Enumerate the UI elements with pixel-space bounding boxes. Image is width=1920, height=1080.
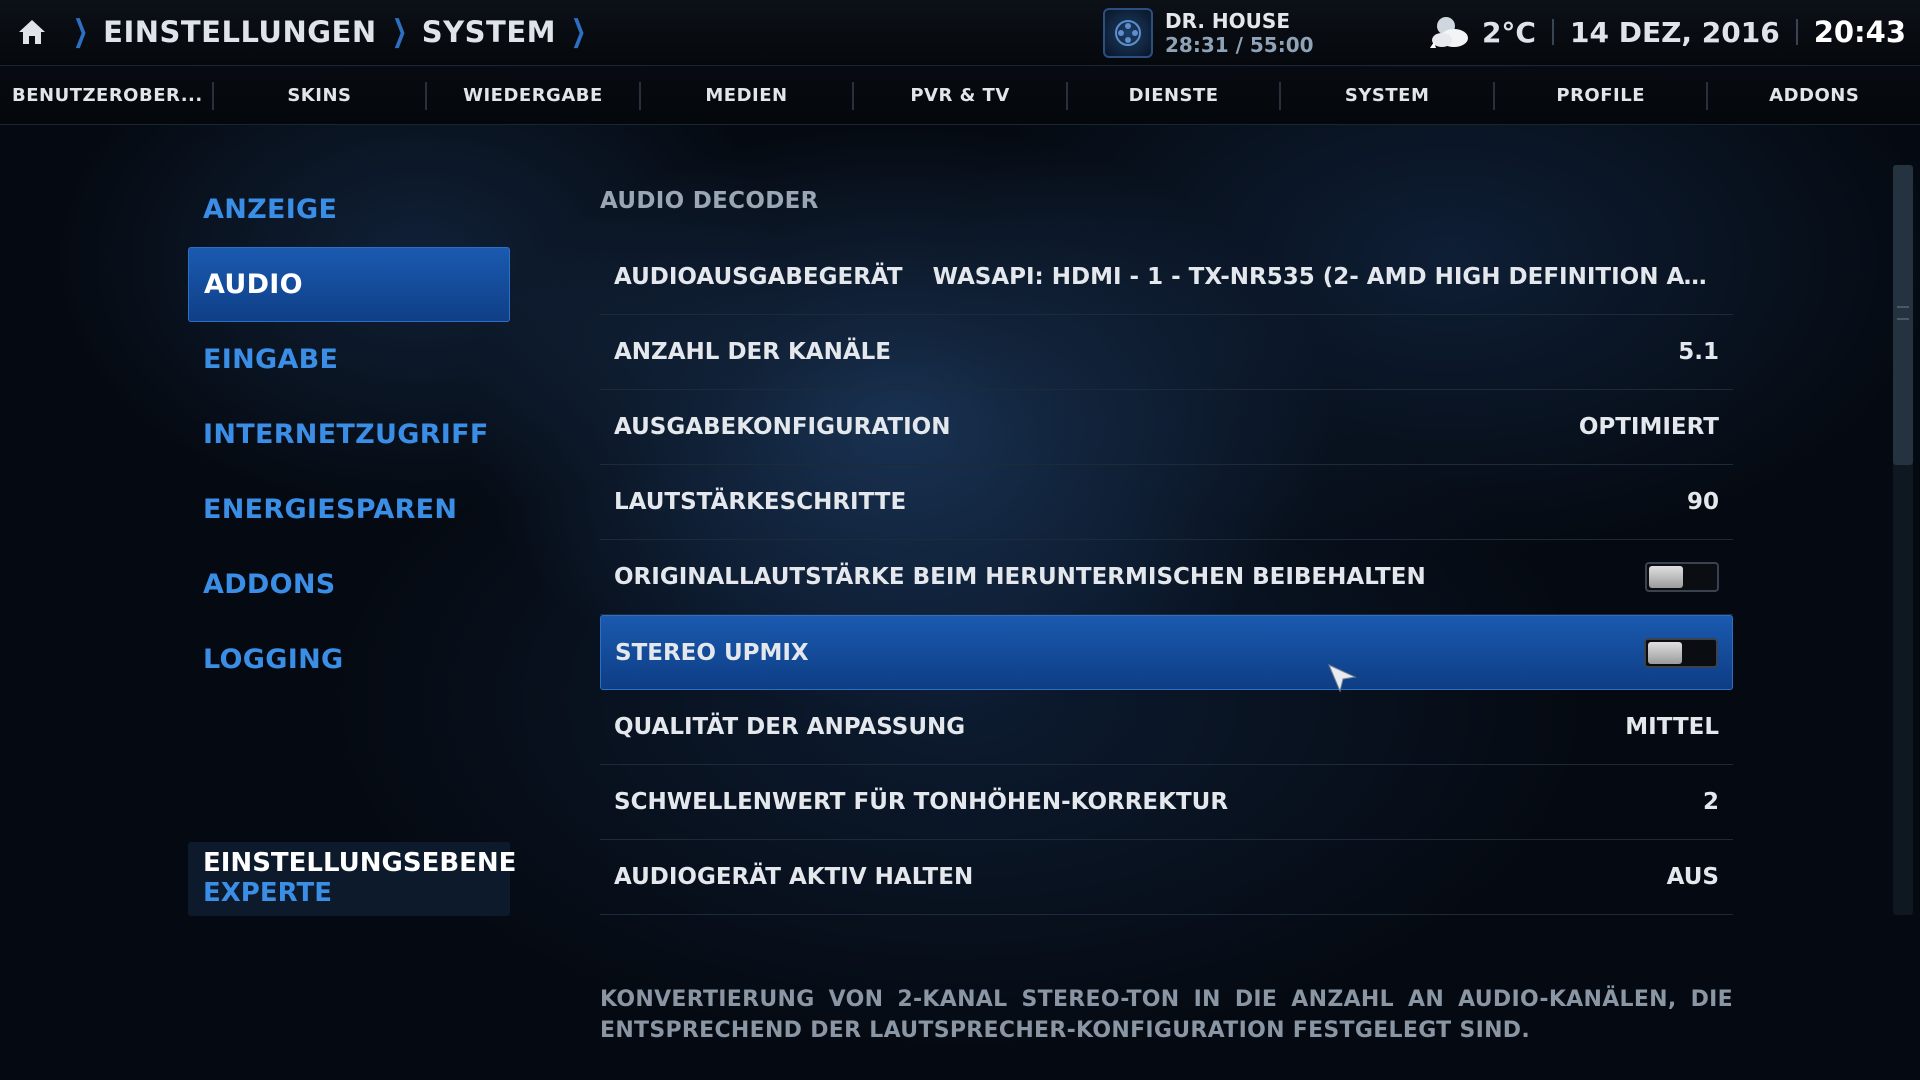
setting-label: ORIGINALLAUTSTÄRKE BEIM HERUNTERMISCHEN … [614, 564, 1426, 590]
settings-level-value: EXPERTE [203, 878, 332, 908]
tab-profiles[interactable]: PROFILE [1495, 85, 1707, 106]
menu-item-power-saving[interactable]: ENERGIESPAREN [188, 472, 510, 547]
breadcrumb: ❯ EINSTELLUNGEN ❯ SYSTEM ❯ [16, 12, 601, 52]
setting-row-keep-device-alive[interactable]: AUDIOGERÄT AKTIV HALTEN AUS [600, 840, 1733, 915]
setting-value: AUS [1666, 864, 1719, 890]
tab-services[interactable]: DIENSTE [1068, 85, 1280, 106]
setting-row-resample-quality[interactable]: QUALITÄT DER ANPASSUNG MITTEL [600, 690, 1733, 765]
settings-level-button[interactable]: EINSTELLUNGSEBENE EXPERTE [188, 842, 517, 916]
tab-addons[interactable]: ADDONS [1708, 85, 1920, 106]
menu-item-internet-access[interactable]: INTERNETZUGRIFF [188, 397, 510, 472]
now-playing-time: 28:31 / 55:00 [1165, 33, 1314, 57]
setting-label: AUDIOGERÄT AKTIV HALTEN [614, 864, 974, 890]
status-area: 2°C 14 DEZ, 2016 20:43 [1426, 12, 1906, 52]
temperature: 2°C [1481, 15, 1536, 49]
settings-list: AUDIOAUSGABEGERÄT WASAPI: HDMI - 1 - TX-… [600, 240, 1733, 915]
setting-row-channels[interactable]: ANZAHL DER KANÄLE 5.1 [600, 315, 1733, 390]
date: 14 DEZ, 2016 [1569, 15, 1780, 49]
setting-row-output-config[interactable]: AUSGABEKONFIGURATION OPTIMIERT [600, 390, 1733, 465]
toggle-switch[interactable] [1644, 637, 1718, 668]
setting-value: 5.1 [1678, 339, 1719, 365]
breadcrumb-item-system[interactable]: SYSTEM [422, 15, 556, 49]
top-header: ❯ EINSTELLUNGEN ❯ SYSTEM ❯ DR. HOUSE 28:… [0, 0, 1920, 66]
section-title: AUDIO DECODER [600, 188, 819, 214]
setting-value: 90 [1686, 489, 1719, 515]
setting-row-audio-output-device[interactable]: AUDIOAUSGABEGERÄT WASAPI: HDMI - 1 - TX-… [600, 240, 1733, 315]
now-playing[interactable]: DR. HOUSE 28:31 / 55:00 [1103, 6, 1314, 60]
breadcrumb-separator: ❯ [391, 14, 407, 49]
setting-label: ANZAHL DER KANÄLE [614, 339, 891, 365]
menu-item-addons[interactable]: ADDONS [188, 547, 510, 622]
setting-value: OPTIMIERT [1578, 414, 1719, 440]
menu-item-display[interactable]: ANZEIGE [188, 172, 510, 247]
setting-label: AUSGABEKONFIGURATION [614, 414, 951, 440]
setting-row-maintain-volume-downmix[interactable]: ORIGINALLAUTSTÄRKE BEIM HERUNTERMISCHEN … [600, 540, 1733, 615]
tab-system[interactable]: SYSTEM [1281, 85, 1493, 106]
tab-interface[interactable]: BENUTZEROBER... [0, 85, 212, 106]
toggle-switch[interactable] [1645, 562, 1719, 592]
setting-value: WASAPI: HDMI - 1 - TX-NR535 (2- AMD HIGH… [932, 264, 1719, 290]
cloud-sun-icon [1429, 17, 1468, 48]
setting-label: AUDIOAUSGABEGERÄT [614, 264, 903, 290]
setting-label: SCHWELLENWERT FÜR TONHÖHEN-KORREKTUR [614, 789, 1229, 815]
scrollbar-grip-icon [1897, 306, 1909, 320]
tab-media[interactable]: MEDIEN [641, 85, 853, 106]
breadcrumb-separator: ❯ [73, 14, 89, 49]
setting-label: QUALITÄT DER ANPASSUNG [614, 714, 966, 740]
divider [1795, 19, 1798, 45]
setting-row-pitch-threshold[interactable]: SCHWELLENWERT FÜR TONHÖHEN-KORREKTUR 2 [600, 765, 1733, 840]
breadcrumb-separator: ❯ [571, 14, 587, 49]
setting-value: MITTEL [1625, 714, 1719, 740]
menu-item-logging[interactable]: LOGGING [188, 622, 510, 697]
mouse-cursor-icon [1328, 664, 1357, 693]
settings-category-menu: ANZEIGE AUDIO EINGABE INTERNETZUGRIFF EN… [188, 172, 510, 697]
tab-pvr-tv[interactable]: PVR & TV [854, 85, 1066, 106]
toggle-knob [1648, 641, 1682, 664]
toggle-knob [1649, 566, 1683, 588]
now-playing-title: DR. HOUSE [1165, 9, 1290, 33]
setting-row-stereo-upmix[interactable]: STEREO UPMIX [600, 615, 1733, 690]
menu-item-input[interactable]: EINGABE [188, 322, 510, 397]
now-playing-thumbnail [1103, 8, 1153, 58]
tab-playback[interactable]: WIEDERGABE [427, 85, 639, 106]
setting-description: KONVERTIERUNG VON 2-KANAL STEREO-TON IN … [600, 987, 1733, 1043]
film-reel-icon [1115, 20, 1141, 46]
menu-item-audio[interactable]: AUDIO [188, 247, 510, 322]
setting-label: STEREO UPMIX [615, 639, 809, 666]
setting-row-volume-steps[interactable]: LAUTSTÄRKESCHRITTE 90 [600, 465, 1733, 540]
settings-level-title: EINSTELLUNGSEBENE [203, 848, 517, 878]
divider [1551, 19, 1554, 45]
setting-label: LAUTSTÄRKESCHRITTE [614, 489, 907, 515]
setting-value: 2 [1702, 789, 1719, 815]
home-icon[interactable] [16, 16, 48, 48]
breadcrumb-item-settings[interactable]: EINSTELLUNGEN [103, 15, 376, 49]
category-tabs: BENUTZEROBER... SKINS WIEDERGABE MEDIEN … [0, 67, 1920, 125]
tab-skins[interactable]: SKINS [214, 85, 426, 106]
clock: 20:43 [1813, 15, 1906, 49]
